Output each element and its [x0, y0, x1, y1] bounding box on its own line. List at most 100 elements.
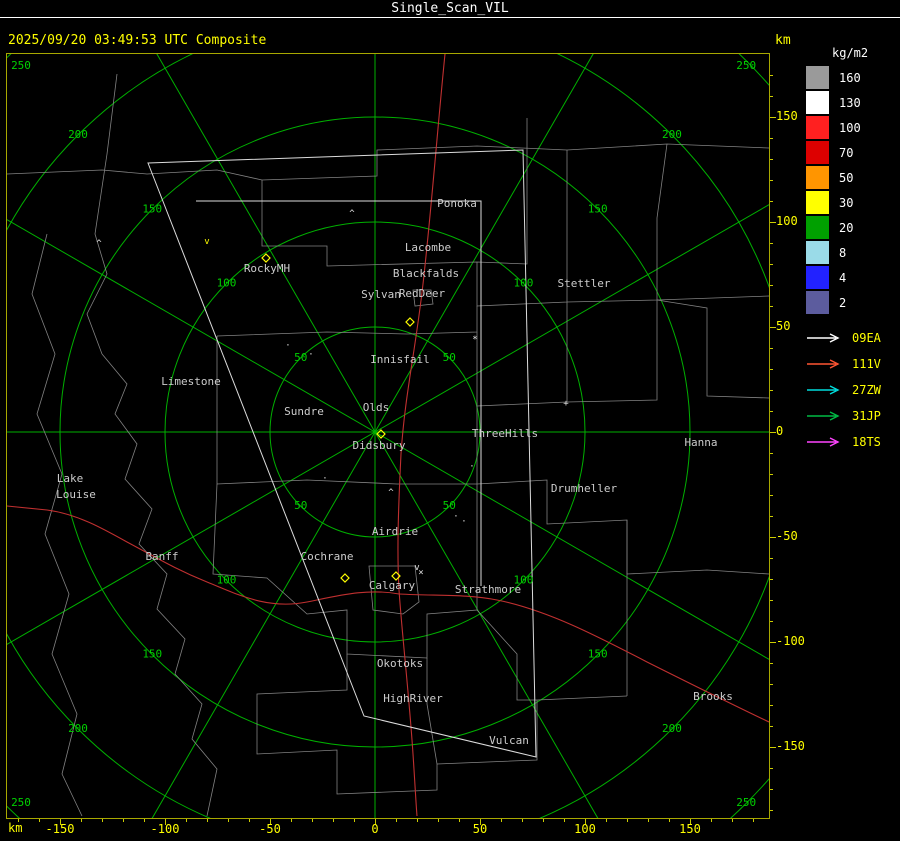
obs-marker: ·	[285, 341, 290, 351]
legend-scale-row: 4	[806, 265, 900, 290]
ring-distance-label: 100	[217, 277, 237, 290]
bottom-axis-label: -150	[45, 822, 75, 836]
scan-timestamp: 2025/09/20 03:49:53 UTC Composite	[8, 33, 267, 48]
right-axis-tick	[770, 705, 773, 706]
legend-scale-row: 100	[806, 115, 900, 140]
radar-site-marker	[340, 573, 350, 583]
city-label: Lacombe	[405, 241, 451, 254]
right-axis-label: -50	[776, 529, 798, 543]
bottom-axis-unit-label: km	[8, 821, 23, 835]
right-axis-tick	[770, 495, 773, 496]
city-label: Brooks	[693, 690, 733, 703]
ring-distance-label: 50	[443, 499, 456, 512]
ring-distance-label: 150	[588, 202, 608, 215]
bottom-axis-tick	[123, 819, 124, 822]
legend-scale-row: 50	[806, 165, 900, 190]
right-axis-tick	[770, 600, 773, 601]
obs-marker: ·	[308, 350, 313, 360]
window-title-bar[interactable]: Single_Scan_VIL	[0, 0, 900, 18]
radar-map[interactable]: 50 5050 50100 100100 100150 150150 150200 20020…	[7, 54, 769, 818]
legend-scale-row: 130	[806, 90, 900, 115]
track-arrow-icon	[807, 385, 840, 395]
city-label: Lake	[57, 472, 84, 485]
track-arrow-icon	[807, 437, 840, 447]
track-arrow-icon	[807, 333, 840, 343]
bottom-axis-tick	[627, 819, 628, 822]
legend-scale-row: 2	[806, 290, 900, 315]
bottom-axis-tick	[606, 819, 607, 822]
city-label: Ponoka	[437, 197, 477, 210]
city-label: Airdrie	[372, 525, 418, 538]
city-label: Blackfalds	[393, 267, 459, 280]
legend-scale-value: 8	[839, 245, 847, 260]
legend-units-label: kg/m2	[832, 46, 869, 60]
bottom-axis-tick	[501, 819, 502, 822]
legend-track-row: 27ZW	[806, 377, 900, 403]
bottom-axis-label: -100	[150, 822, 180, 836]
right-axis-tick	[770, 411, 773, 412]
right-axis-tick	[770, 180, 773, 181]
legend-scale-value: 160	[839, 70, 861, 85]
right-axis-tick	[770, 789, 773, 790]
right-axis-tick	[770, 243, 773, 244]
legend-color-swatch	[806, 166, 829, 189]
city-label: RedDeer	[399, 287, 446, 300]
track-arrow-icon	[807, 359, 840, 369]
ring-distance-label: 200	[662, 128, 682, 141]
track-id-label: 111V	[852, 357, 881, 371]
legend-scale-value: 70	[839, 145, 854, 160]
right-axis-tick	[770, 474, 773, 475]
ring-distance-label: 50	[294, 499, 307, 512]
right-axis-tick	[770, 663, 773, 664]
bottom-axis-tick	[564, 819, 565, 822]
obs-marker: ^	[96, 239, 102, 249]
city-label: Strathmore	[455, 583, 521, 596]
city-label: Innisfail	[370, 353, 430, 366]
legend-color-swatch	[806, 116, 829, 139]
track-id-label: 09EA	[852, 331, 881, 345]
bottom-axis-label: 0	[371, 822, 379, 836]
city-label: Limestone	[161, 375, 221, 388]
ring-distance-label: 200	[68, 722, 88, 735]
legend-scale-value: 100	[839, 120, 861, 135]
right-axis-unit-label: km	[775, 33, 791, 48]
city-label: Okotoks	[377, 657, 423, 670]
right-axis-tick	[770, 201, 773, 202]
obs-marker: ·	[461, 517, 466, 527]
obs-marker: ^	[388, 488, 394, 498]
legend-color-swatch	[806, 141, 829, 164]
obs-marker: ^	[349, 209, 355, 219]
obs-marker: ·	[322, 474, 327, 484]
bottom-axis-label: -50	[259, 822, 281, 836]
legend-scale-row: 8	[806, 240, 900, 265]
legend-track-row: 111V	[806, 351, 900, 377]
bottom-axis-tick	[543, 819, 544, 822]
bottom-axis-tick	[228, 819, 229, 822]
obs-marker: *	[472, 335, 477, 345]
ring-distance-label: 50	[443, 351, 456, 364]
ring-distance-label: 150	[588, 648, 608, 661]
right-axis-label: -150	[776, 739, 805, 753]
city-label: Drumheller	[551, 482, 618, 495]
right-axis-tick	[770, 285, 773, 286]
bottom-axis-tick	[669, 819, 670, 822]
right-axis-tick	[770, 138, 773, 139]
obs-marker: v	[204, 237, 209, 247]
ring-distance-label: 250	[11, 59, 31, 72]
track-id-label: 31JP	[852, 409, 881, 423]
legend-color-scale: 160 130 100 70 50 30 20 8 4 2	[806, 65, 900, 315]
bottom-axis-tick	[732, 819, 733, 822]
bottom-axis-label: 150	[679, 822, 701, 836]
bottom-axis-tick	[312, 819, 313, 822]
obs-marker: +	[563, 399, 569, 409]
right-axis-tick	[770, 159, 773, 160]
bottom-axis-tick	[417, 819, 418, 822]
legend-scale-value: 20	[839, 220, 854, 235]
right-axis-label: 100	[776, 214, 798, 228]
city-label: HighRiver	[383, 692, 443, 705]
legend-color-swatch	[806, 266, 829, 289]
radar-site-marker	[261, 253, 271, 263]
legend-track-row: 31JP	[806, 403, 900, 429]
legend-color-swatch	[806, 241, 829, 264]
right-axis-tick	[770, 621, 773, 622]
